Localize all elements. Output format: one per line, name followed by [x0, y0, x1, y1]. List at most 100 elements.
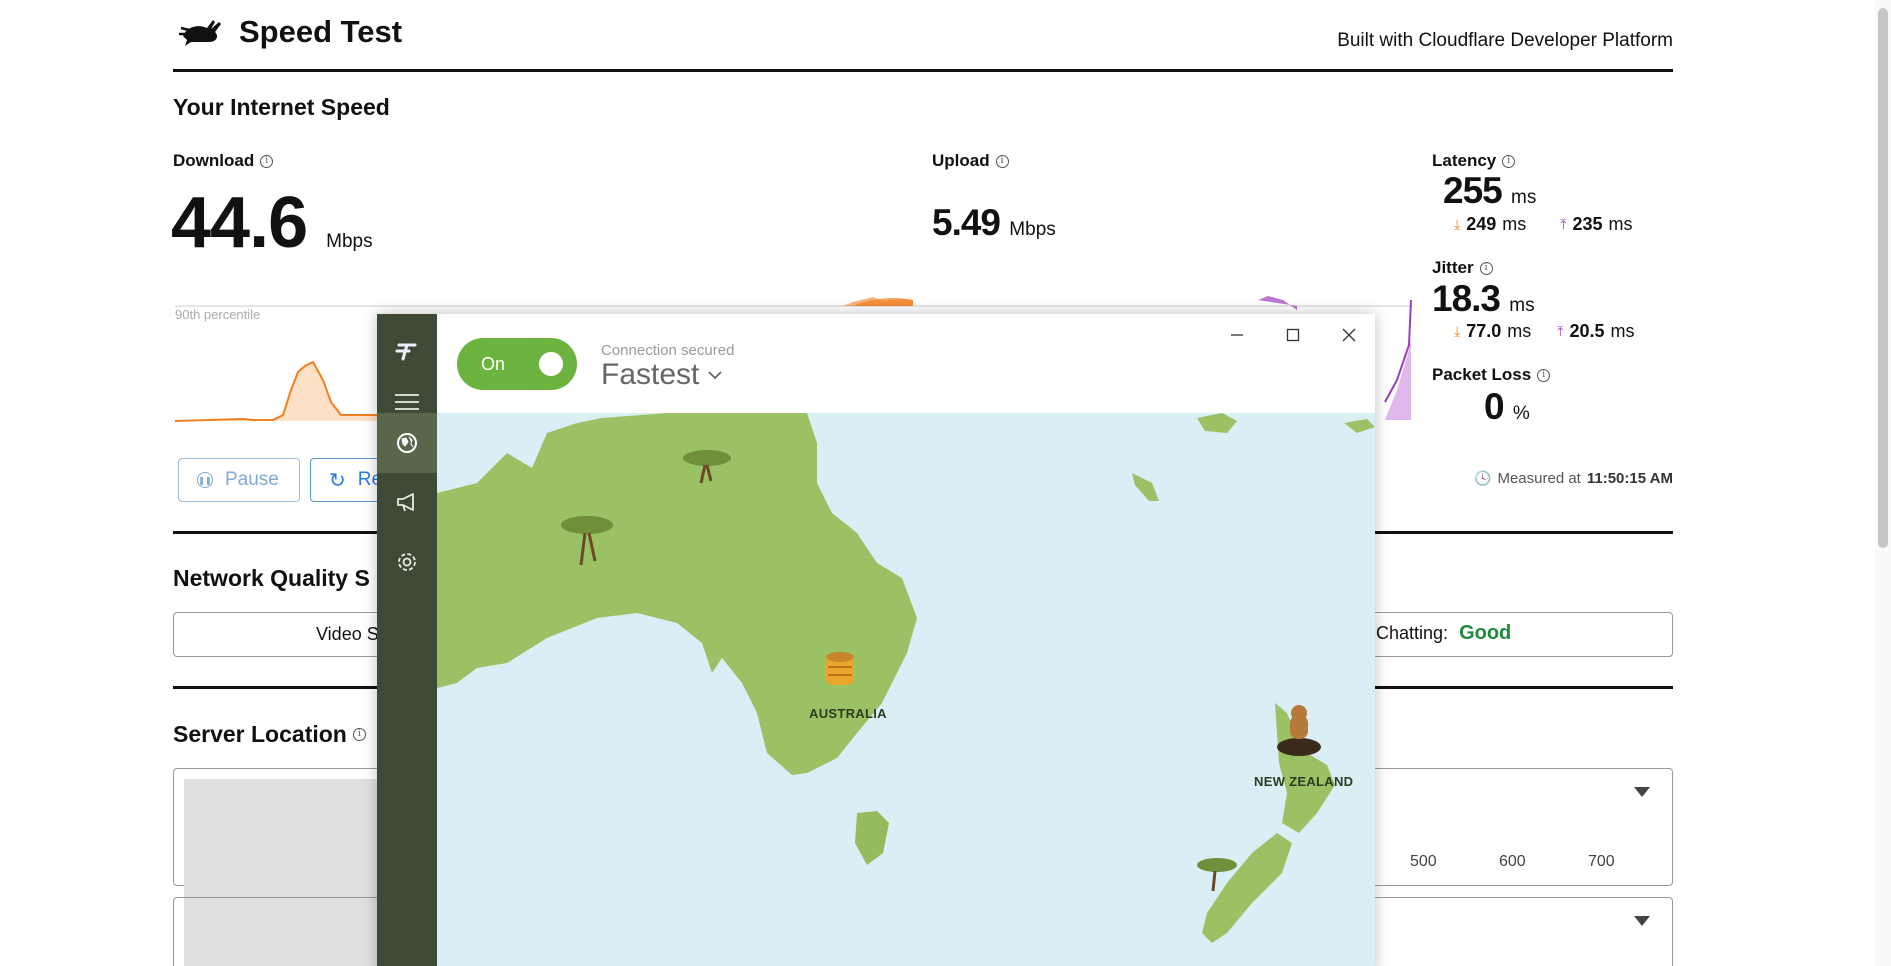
maximize-icon[interactable]	[1273, 320, 1313, 350]
chatting-value: Good	[1459, 622, 1512, 644]
info-icon[interactable]: i	[260, 154, 274, 168]
upload-arrow-icon: ⤒	[1560, 216, 1567, 232]
upload-number: 5.49	[932, 202, 1001, 243]
download-value: 44.6 Mbps	[171, 182, 373, 264]
rabbit-logo-icon	[179, 20, 221, 46]
info-icon[interactable]: i	[995, 154, 1009, 168]
upload-value: 5.49 Mbps	[932, 202, 1056, 244]
close-icon[interactable]	[1329, 320, 1369, 350]
quality-chatting: Chatting: Good	[1376, 622, 1511, 645]
percentile-label: 90th percentile	[175, 307, 261, 322]
axis-tick: 600	[1499, 853, 1526, 870]
vpn-map[interactable]: AUSTRALIA NEW ZEALAND	[437, 413, 1375, 966]
jitter-up-value: 20.5	[1569, 321, 1605, 341]
vpn-window: On Connection secured Fastest AUSTRALIA …	[377, 314, 1375, 966]
expand-caret-icon[interactable]	[1634, 787, 1650, 797]
latency-up-value: 235	[1572, 214, 1603, 234]
nz-south-shape	[1202, 833, 1292, 943]
globe-icon[interactable]	[377, 413, 437, 473]
latency-breakdown: ⤓ 249 ms ⤒ 235 ms	[1454, 214, 1633, 235]
vpn-toggle-label: On	[481, 353, 506, 374]
upload-unit: Mbps	[1009, 219, 1056, 240]
new-zealand-label[interactable]: NEW ZEALAND	[1254, 774, 1353, 789]
download-number: 44.6	[171, 183, 308, 263]
latency-label-text: Latency	[1432, 151, 1497, 170]
scrollbar-thumb[interactable]	[1878, 8, 1888, 548]
download-line	[174, 360, 383, 422]
toggle-knob	[539, 352, 563, 376]
pause-button[interactable]: ❚❚ Pause	[178, 458, 300, 502]
island-shape	[1344, 419, 1375, 433]
info-icon[interactable]: i	[1537, 368, 1551, 382]
download-arrow-icon: ⤓	[1454, 216, 1461, 232]
upload-label-text: Upload	[932, 151, 990, 170]
jitter-label: Jitter i	[1432, 258, 1493, 278]
download-label: Download i	[173, 151, 274, 171]
latency-label: Latency i	[1432, 151, 1516, 171]
axis-tick: 700	[1588, 853, 1615, 870]
island-shape	[1197, 413, 1237, 433]
refresh-icon: ↻	[329, 469, 346, 492]
download-area	[175, 362, 383, 421]
quality-heading: Network Quality S	[173, 565, 370, 591]
jitter-number: 18.3	[1432, 278, 1501, 319]
connection-status: Connection secured	[601, 342, 735, 359]
download-label-text: Download	[173, 151, 255, 170]
jitter-value: 18.3 ms	[1432, 278, 1535, 320]
latency-value: 255 ms	[1443, 170, 1536, 212]
server-selector[interactable]: Fastest	[601, 358, 723, 392]
jitter-unit: ms	[1509, 295, 1535, 316]
chevron-down-icon	[708, 371, 723, 380]
info-icon[interactable]: i	[352, 728, 366, 741]
latency-down-value: 249	[1466, 214, 1497, 234]
jitter-down-unit: ms	[1507, 321, 1532, 341]
jitter-up-unit: ms	[1610, 321, 1635, 341]
megaphone-icon[interactable]	[377, 472, 437, 532]
clock-icon: 🕓	[1474, 470, 1492, 486]
jitter-label-text: Jitter	[1432, 258, 1474, 277]
australia-label[interactable]: AUSTRALIA	[809, 706, 887, 721]
chatting-label: Chatting:	[1376, 623, 1449, 643]
latency-down-unit: ms	[1502, 214, 1527, 234]
measured-at: 🕓 Measured at 11:50:15 AM	[1474, 470, 1673, 487]
quality-video: Video S	[316, 624, 379, 644]
latency-number: 255	[1443, 170, 1503, 211]
server-location-heading: Server Location i	[173, 721, 366, 748]
expand-caret-icon[interactable]	[1634, 916, 1650, 926]
latency-unit: ms	[1511, 187, 1537, 208]
minimize-icon[interactable]	[1217, 320, 1257, 350]
server-name: Fastest	[601, 358, 700, 391]
packet-loss-value: 0 %	[1484, 386, 1530, 428]
info-icon[interactable]: i	[1479, 261, 1493, 275]
info-icon[interactable]: i	[1502, 154, 1516, 168]
speed-heading: Your Internet Speed	[173, 94, 390, 120]
upload-label: Upload i	[932, 151, 1009, 171]
island-shape	[1132, 473, 1159, 501]
jitter-breakdown: ⤓ 77.0 ms ⤒ 20.5 ms	[1454, 321, 1635, 342]
jitter-down-value: 77.0	[1466, 321, 1502, 341]
vpn-sidebar	[377, 314, 437, 966]
built-with-text[interactable]: Built with Cloudflare Developer Platform	[1337, 30, 1673, 52]
measured-prefix: Measured at	[1497, 470, 1581, 487]
vpn-toggle[interactable]: On	[457, 338, 577, 390]
upload-area	[1258, 296, 1297, 310]
download-arrow-icon: ⤓	[1454, 323, 1461, 339]
packet-loss-label-text: Packet Loss	[1432, 365, 1532, 384]
vpn-topbar: On Connection secured Fastest	[437, 314, 1375, 413]
server-location-label: Server Location	[173, 721, 347, 747]
packet-loss-number: 0	[1484, 386, 1505, 427]
tasmania-shape	[855, 811, 889, 865]
scrollbar[interactable]	[1875, 0, 1891, 966]
map-land	[437, 413, 1375, 943]
site-title: Speed Test	[239, 14, 403, 49]
measured-time: 11:50:15 AM	[1586, 470, 1673, 487]
site-header: Speed Test Built with Cloudflare Develop…	[173, 0, 1673, 72]
pause-label: Pause	[225, 469, 279, 490]
axis-tick: 500	[1410, 853, 1437, 870]
latency-up-unit: ms	[1608, 214, 1633, 234]
pause-icon: ❚❚	[197, 472, 213, 488]
browser-page: Speed Test Built with Cloudflare Develop…	[0, 0, 1891, 966]
gear-icon[interactable]	[377, 532, 437, 592]
upload-arrow-icon: ⤒	[1557, 323, 1564, 339]
australia-server-icon	[826, 652, 854, 685]
